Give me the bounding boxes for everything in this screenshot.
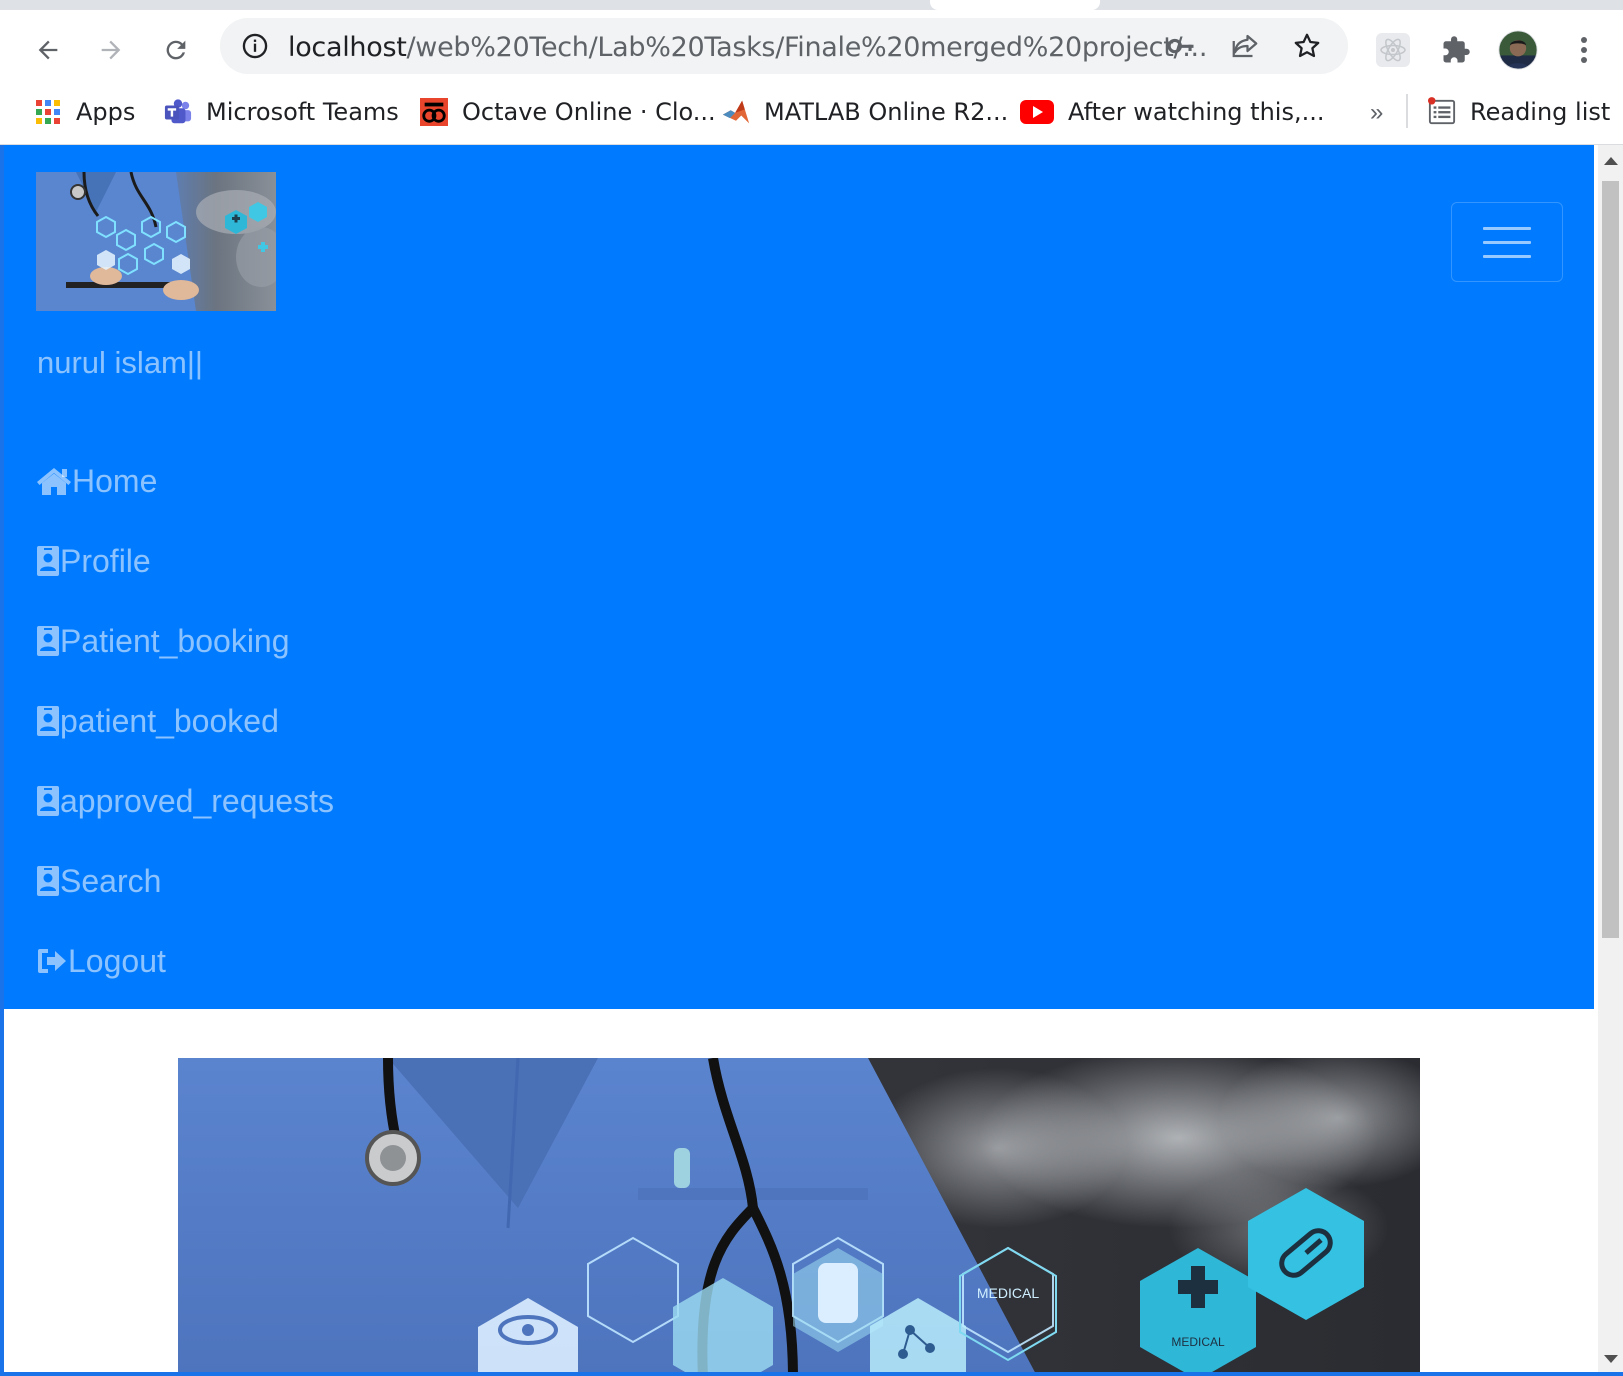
brand-username[interactable]: nurul islam|| [37,345,203,381]
active-tab[interactable] [930,0,1100,10]
nav-item-logout[interactable]: Logout [36,921,334,1001]
page-viewport: nurul islam|| Home Profile Patient_booki… [4,145,1598,1373]
scroll-thumb[interactable] [1602,181,1619,938]
youtube-icon [1020,98,1054,126]
nav-item-home[interactable]: Home [36,441,334,521]
id-badge-icon [36,865,60,897]
forward-button[interactable] [91,30,131,70]
medical-label: MEDICAL [1171,1335,1225,1349]
bookmark-youtube[interactable]: After watching this,... [1020,92,1324,132]
id-badge-icon [36,705,60,737]
id-badge-icon [36,785,60,817]
bookmark-label: Apps [76,98,136,126]
reading-list-icon [1428,97,1456,126]
bookmark-matlab-online[interactable]: MATLAB Online R2... [722,92,1008,132]
share-icon[interactable] [1230,31,1260,61]
url-path: /web%20Tech/Lab%20Tasks/Finale%20merged%… [406,32,1208,63]
bookmarks-divider [1406,94,1408,128]
toggler-bar [1483,254,1531,258]
nav-item-search[interactable]: Search [36,841,334,921]
reading-list-button[interactable]: Reading list [1428,92,1610,132]
reload-button[interactable] [156,30,196,70]
nav-item-patient-booked[interactable]: patient_booked [36,681,334,761]
bookmark-label: After watching this,... [1068,98,1325,126]
brand-logo[interactable] [36,172,276,311]
arrow-right-icon [101,40,121,60]
arrow-left-icon [38,40,58,60]
nav-label: Home [72,462,158,499]
hero-banner-image: MEDICAL MEDICAL [178,1058,1420,1373]
octave-icon [420,98,448,126]
bookmark-octave-online[interactable]: Octave Online · Clo... [420,92,716,132]
bookmarks-overflow-button[interactable]: » [1370,99,1383,127]
id-badge-icon [36,545,60,577]
bookmark-label: MATLAB Online R2... [764,98,1009,126]
nav-label: Search [60,862,162,899]
reload-icon [166,40,186,60]
page-scrollbar[interactable] [1598,145,1623,1373]
navbar: nurul islam|| Home Profile Patient_booki… [4,145,1594,1009]
bookmark-apps[interactable]: Apps [34,92,135,132]
browser-toolbar: localhost/web%20Tech/Lab%20Tasks/Finale%… [0,10,1623,82]
scroll-down-arrow-icon[interactable] [1604,1355,1618,1363]
matlab-icon [722,98,750,126]
react-devtools-icon[interactable] [1373,30,1413,70]
key-icon[interactable] [1166,31,1196,61]
tab-strip [0,0,1623,10]
bookmark-label: Microsoft Teams [206,98,399,126]
medical-banner-illustration: MEDICAL MEDICAL [178,1058,1420,1373]
scroll-up-arrow-icon[interactable] [1604,157,1618,165]
nav-item-approved-requests[interactable]: approved_requests [36,761,334,841]
toggler-bar [1483,226,1531,230]
more-menu-icon[interactable] [1564,30,1604,70]
nav-label: patient_booked [60,702,279,739]
bookmark-label: Octave Online · Clo... [462,98,716,126]
avatar[interactable] [1498,30,1538,70]
back-button[interactable] [28,30,68,70]
home-icon [36,466,72,496]
extensions-puzzle-icon[interactable] [1436,30,1476,70]
nav-item-profile[interactable]: Profile [36,521,334,601]
nav-label: approved_requests [60,782,334,819]
medical-label: MEDICAL [977,1285,1039,1301]
url-text[interactable]: localhost/web%20Tech/Lab%20Tasks/Finale%… [288,32,1207,63]
bookmark-microsoft-teams[interactable]: Microsoft Teams [164,92,399,132]
id-badge-icon [36,625,60,657]
nav-label: Logout [68,942,166,979]
window-bottom-edge [0,1372,1623,1376]
navbar-toggler-button[interactable] [1451,202,1563,282]
teams-icon [164,98,192,126]
info-icon[interactable] [240,31,270,61]
apps-grid-icon [34,98,62,126]
toggler-bar [1483,240,1531,244]
sign-out-icon [36,947,68,975]
url-host: localhost [288,32,407,63]
medical-logo-image [36,172,276,311]
star-icon[interactable] [1292,31,1322,61]
nav-item-patient-booking[interactable]: Patient_booking [36,601,334,681]
reading-list-label: Reading list [1470,98,1611,126]
nav-label: Patient_booking [60,622,290,659]
nav-menu: Home Profile Patient_booking patient_boo… [36,441,334,1001]
bookmarks-bar: Apps Microsoft Teams Octave Online · Clo… [0,82,1623,145]
nav-label: Profile [60,542,151,579]
address-bar[interactable]: localhost/web%20Tech/Lab%20Tasks/Finale%… [220,18,1348,74]
